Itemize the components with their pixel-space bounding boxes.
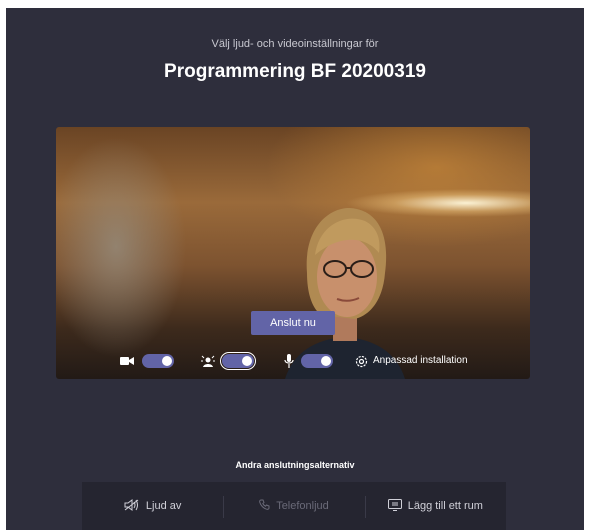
phone-audio-label: Telefonljud	[276, 500, 329, 512]
other-join-options-bar: Ljud av Telefonljud Lägg till ett rum	[82, 482, 506, 530]
pre-join-window: Välj ljud- och videoinställningar för Pr…	[6, 8, 584, 530]
other-join-options-heading: Andra anslutningsalternativ	[235, 460, 355, 470]
camera-toggle[interactable]	[142, 354, 174, 368]
background-blur-toggle[interactable]	[220, 352, 256, 370]
audio-off-option[interactable]: Ljud av	[82, 482, 223, 530]
phone-audio-option: Telefonljud	[223, 482, 364, 530]
add-room-option[interactable]: Lägg till ett rum	[364, 482, 506, 530]
add-room-label: Lägg till ett rum	[407, 500, 483, 512]
microphone-icon	[282, 354, 296, 368]
device-controls: Anpassad installation	[56, 349, 530, 373]
speaker-off-icon	[124, 498, 140, 514]
gear-icon[interactable]	[354, 354, 368, 368]
phone-icon	[259, 499, 270, 513]
meeting-title: Programmering BF 20200319	[164, 61, 426, 82]
pre-join-subtitle: Välj ljud- och videoinställningar för	[211, 38, 379, 50]
camera-icon	[120, 354, 134, 368]
microphone-toggle[interactable]	[301, 354, 333, 368]
audio-off-label: Ljud av	[145, 500, 182, 512]
background-blur-icon	[201, 354, 215, 368]
room-icon	[387, 498, 402, 514]
video-preview: Anslut nu Anpassad installation	[56, 127, 530, 379]
custom-settings-link[interactable]: Anpassad installation	[373, 355, 468, 366]
join-now-button[interactable]: Anslut nu	[251, 311, 335, 335]
